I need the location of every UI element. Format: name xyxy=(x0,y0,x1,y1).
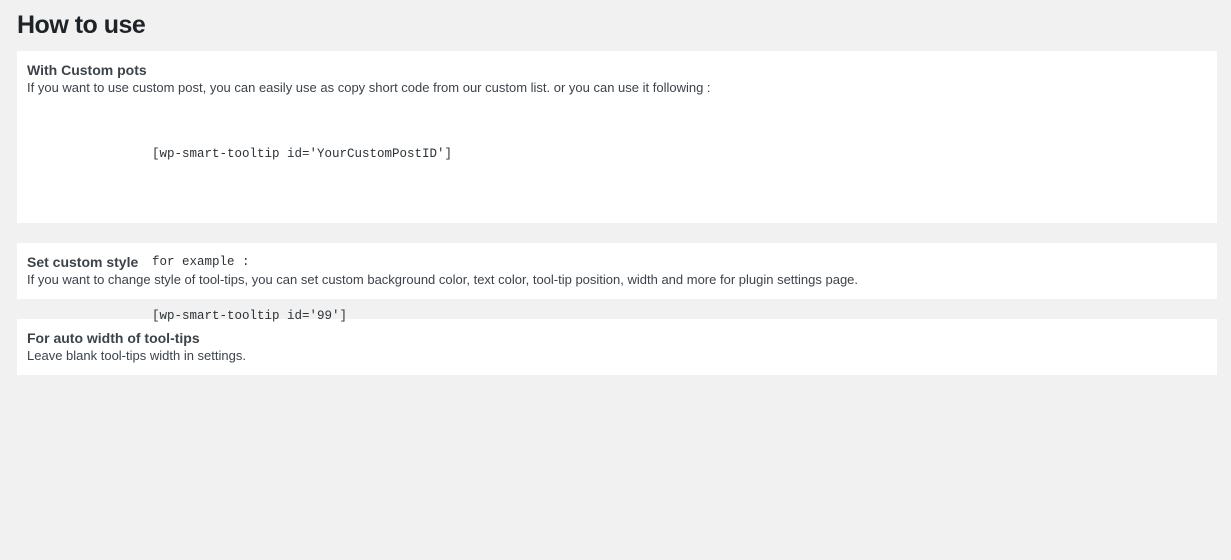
section-title: For auto width of tool-tips xyxy=(27,330,200,346)
section-auto-width: For auto width of tool-tips Leave blank … xyxy=(17,319,1217,375)
section-description: If you want to change style of tool-tips… xyxy=(27,272,859,287)
section-description: If you want to use custom post, you can … xyxy=(27,80,711,95)
main-content: How to use With Custom pots If you want … xyxy=(0,0,1231,375)
page-title: How to use xyxy=(17,11,146,39)
section-title: With Custom pots xyxy=(27,62,147,78)
shortcode-syntax: [wp-smart-tooltip id='YourCustomPostID'] xyxy=(152,147,453,161)
section-custom-posts: With Custom pots If you want to use cust… xyxy=(17,51,1217,323)
section-description: Leave blank tool-tips width in settings. xyxy=(27,348,246,363)
